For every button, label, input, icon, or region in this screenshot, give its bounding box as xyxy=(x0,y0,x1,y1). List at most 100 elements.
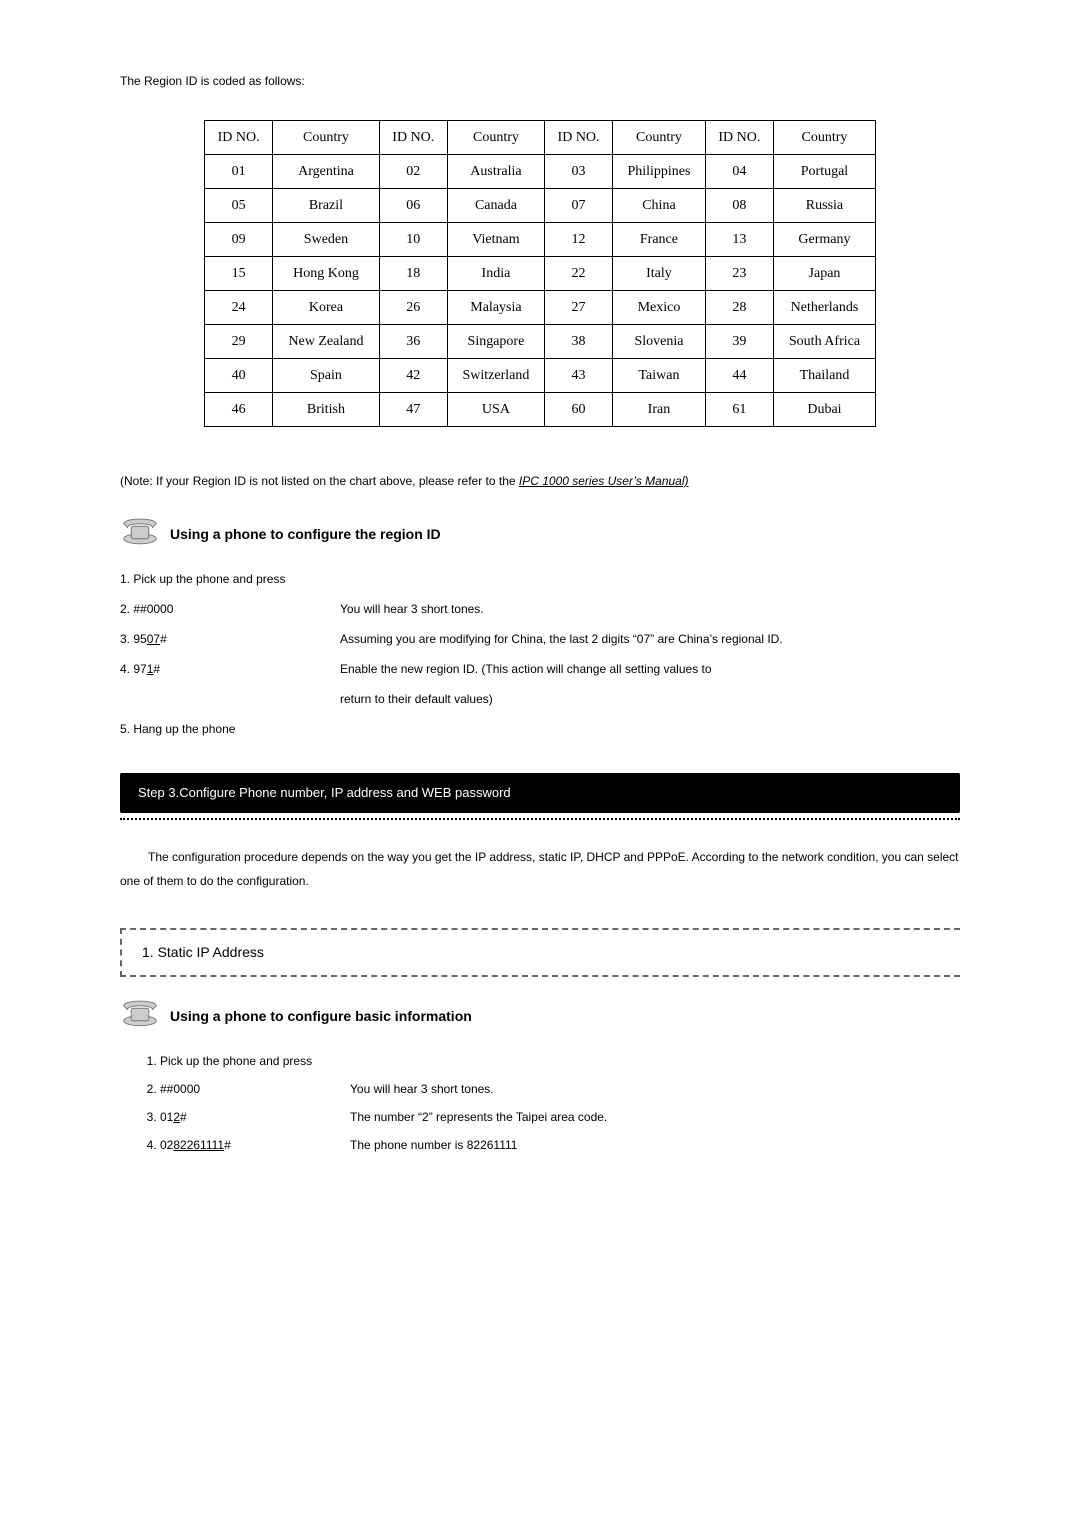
th-country: Country xyxy=(273,121,379,155)
step-2c-right: The number “2” represents the Taipei are… xyxy=(350,1108,607,1126)
cell-id: 27 xyxy=(544,291,612,325)
cell-id: 26 xyxy=(379,291,447,325)
table-row: 40Spain42Switzerland43Taiwan44Thailand xyxy=(205,359,876,393)
th-id: ID NO. xyxy=(705,121,773,155)
cell-country: Netherlands xyxy=(773,291,875,325)
cell-country: USA xyxy=(447,393,544,427)
table-row: 01Argentina02Australia03Philippines04Por… xyxy=(205,155,876,189)
cell-country: Vietnam xyxy=(447,223,544,257)
th-country: Country xyxy=(613,121,706,155)
cell-country: South Africa xyxy=(773,325,875,359)
phone-heading-row-2: Using a phone to configure basic informa… xyxy=(120,997,960,1027)
step-2c-left: 012# xyxy=(160,1108,350,1126)
table-header: ID NO. Country ID NO. Country ID NO. Cou… xyxy=(205,121,876,155)
phone-icon xyxy=(120,997,160,1027)
cell-country: Malaysia xyxy=(447,291,544,325)
dotted-divider xyxy=(120,818,960,820)
note-prefix: (Note: xyxy=(120,474,156,488)
cell-country: China xyxy=(613,189,706,223)
manual-link[interactable]: IPC 1000 series User’s Manual) xyxy=(519,474,689,488)
step-1d-left: 4. 971# xyxy=(120,660,340,678)
cell-id: 46 xyxy=(205,393,273,427)
note-text: (Note: If your Region ID is not listed o… xyxy=(120,472,960,490)
txt: # xyxy=(180,1110,187,1124)
phone-heading-1: Using a phone to configure the region ID xyxy=(170,524,441,545)
cell-country: Argentina xyxy=(273,155,379,189)
cell-id: 04 xyxy=(705,155,773,189)
cell-id: 08 xyxy=(705,189,773,223)
cell-id: 38 xyxy=(544,325,612,359)
table-row: 29New Zealand36Singapore38Slovenia39Sout… xyxy=(205,325,876,359)
step-1b-left: 2. ##0000 xyxy=(120,600,340,618)
table-body: 01Argentina02Australia03Philippines04Por… xyxy=(205,155,876,427)
txt: 01 xyxy=(160,1110,173,1124)
list-item: ##0000 You will hear 3 short tones. xyxy=(160,1080,960,1098)
step-2b-right: You will hear 3 short tones. xyxy=(350,1080,494,1098)
cell-country: Italy xyxy=(613,257,706,291)
cell-id: 02 xyxy=(379,155,447,189)
cell-id: 03 xyxy=(544,155,612,189)
table-row: 46British47USA60Iran61Dubai xyxy=(205,393,876,427)
cell-id: 05 xyxy=(205,189,273,223)
cell-country: Hong Kong xyxy=(273,257,379,291)
txt: 82261111 xyxy=(173,1138,224,1152)
cell-country: Brazil xyxy=(273,189,379,223)
cell-country: Korea xyxy=(273,291,379,325)
cell-id: 07 xyxy=(544,189,612,223)
note-body: If your Region ID is not listed on the c… xyxy=(156,474,519,488)
list-item: 012# The number “2” represents the Taipe… xyxy=(160,1108,960,1126)
cell-country: British xyxy=(273,393,379,427)
steps-block-2: Pick up the phone and press ##0000 You w… xyxy=(120,1052,960,1154)
cell-country: Japan xyxy=(773,257,875,291)
th-id: ID NO. xyxy=(205,121,273,155)
cell-country: France xyxy=(613,223,706,257)
cell-country: Singapore xyxy=(447,325,544,359)
step-1b-right: You will hear 3 short tones. xyxy=(340,600,960,618)
table-row: 15Hong Kong18India22Italy23Japan xyxy=(205,257,876,291)
intro-text: The Region ID is coded as follows: xyxy=(120,72,960,90)
step-2b-left: ##0000 xyxy=(160,1080,350,1098)
cell-id: 24 xyxy=(205,291,273,325)
cell-country: Australia xyxy=(447,155,544,189)
cell-id: 61 xyxy=(705,393,773,427)
txt: 02 xyxy=(160,1138,173,1152)
cell-country: Iran xyxy=(613,393,706,427)
cell-id: 12 xyxy=(544,223,612,257)
cell-country: India xyxy=(447,257,544,291)
phone-heading-2: Using a phone to configure basic informa… xyxy=(170,1006,472,1027)
cell-country: Germany xyxy=(773,223,875,257)
table-row: 09Sweden10Vietnam12France13Germany xyxy=(205,223,876,257)
cell-country: Sweden xyxy=(273,223,379,257)
table-row: 05Brazil06Canada07China08Russia xyxy=(205,189,876,223)
cell-country: Philippines xyxy=(613,155,706,189)
txt: # xyxy=(160,632,167,646)
cell-id: 42 xyxy=(379,359,447,393)
cell-country: Taiwan xyxy=(613,359,706,393)
phone-heading-row: Using a phone to configure the region ID xyxy=(120,515,960,545)
cell-id: 23 xyxy=(705,257,773,291)
cell-id: 47 xyxy=(379,393,447,427)
region-table: ID NO. Country ID NO. Country ID NO. Cou… xyxy=(204,120,876,427)
txt: 07 xyxy=(147,632,160,646)
th-country: Country xyxy=(773,121,875,155)
static-ip-box: 1. Static IP Address xyxy=(120,928,960,977)
cell-country: Canada xyxy=(447,189,544,223)
cell-id: 06 xyxy=(379,189,447,223)
step-1d-right: Enable the new region ID. (This action w… xyxy=(340,660,960,678)
cell-country: Thailand xyxy=(773,359,875,393)
cell-id: 44 xyxy=(705,359,773,393)
cell-country: Switzerland xyxy=(447,359,544,393)
cell-id: 39 xyxy=(705,325,773,359)
step-2d-right: The phone number is 82261111 xyxy=(350,1136,517,1154)
cell-id: 10 xyxy=(379,223,447,257)
cell-id: 15 xyxy=(205,257,273,291)
cell-id: 29 xyxy=(205,325,273,359)
cell-id: 22 xyxy=(544,257,612,291)
phone-icon xyxy=(120,515,160,545)
txt: # xyxy=(153,662,160,676)
cell-id: 13 xyxy=(705,223,773,257)
list-item: 0282261111# The phone number is 82261111 xyxy=(160,1136,960,1154)
cell-country: Portugal xyxy=(773,155,875,189)
cell-id: 43 xyxy=(544,359,612,393)
cell-id: 01 xyxy=(205,155,273,189)
